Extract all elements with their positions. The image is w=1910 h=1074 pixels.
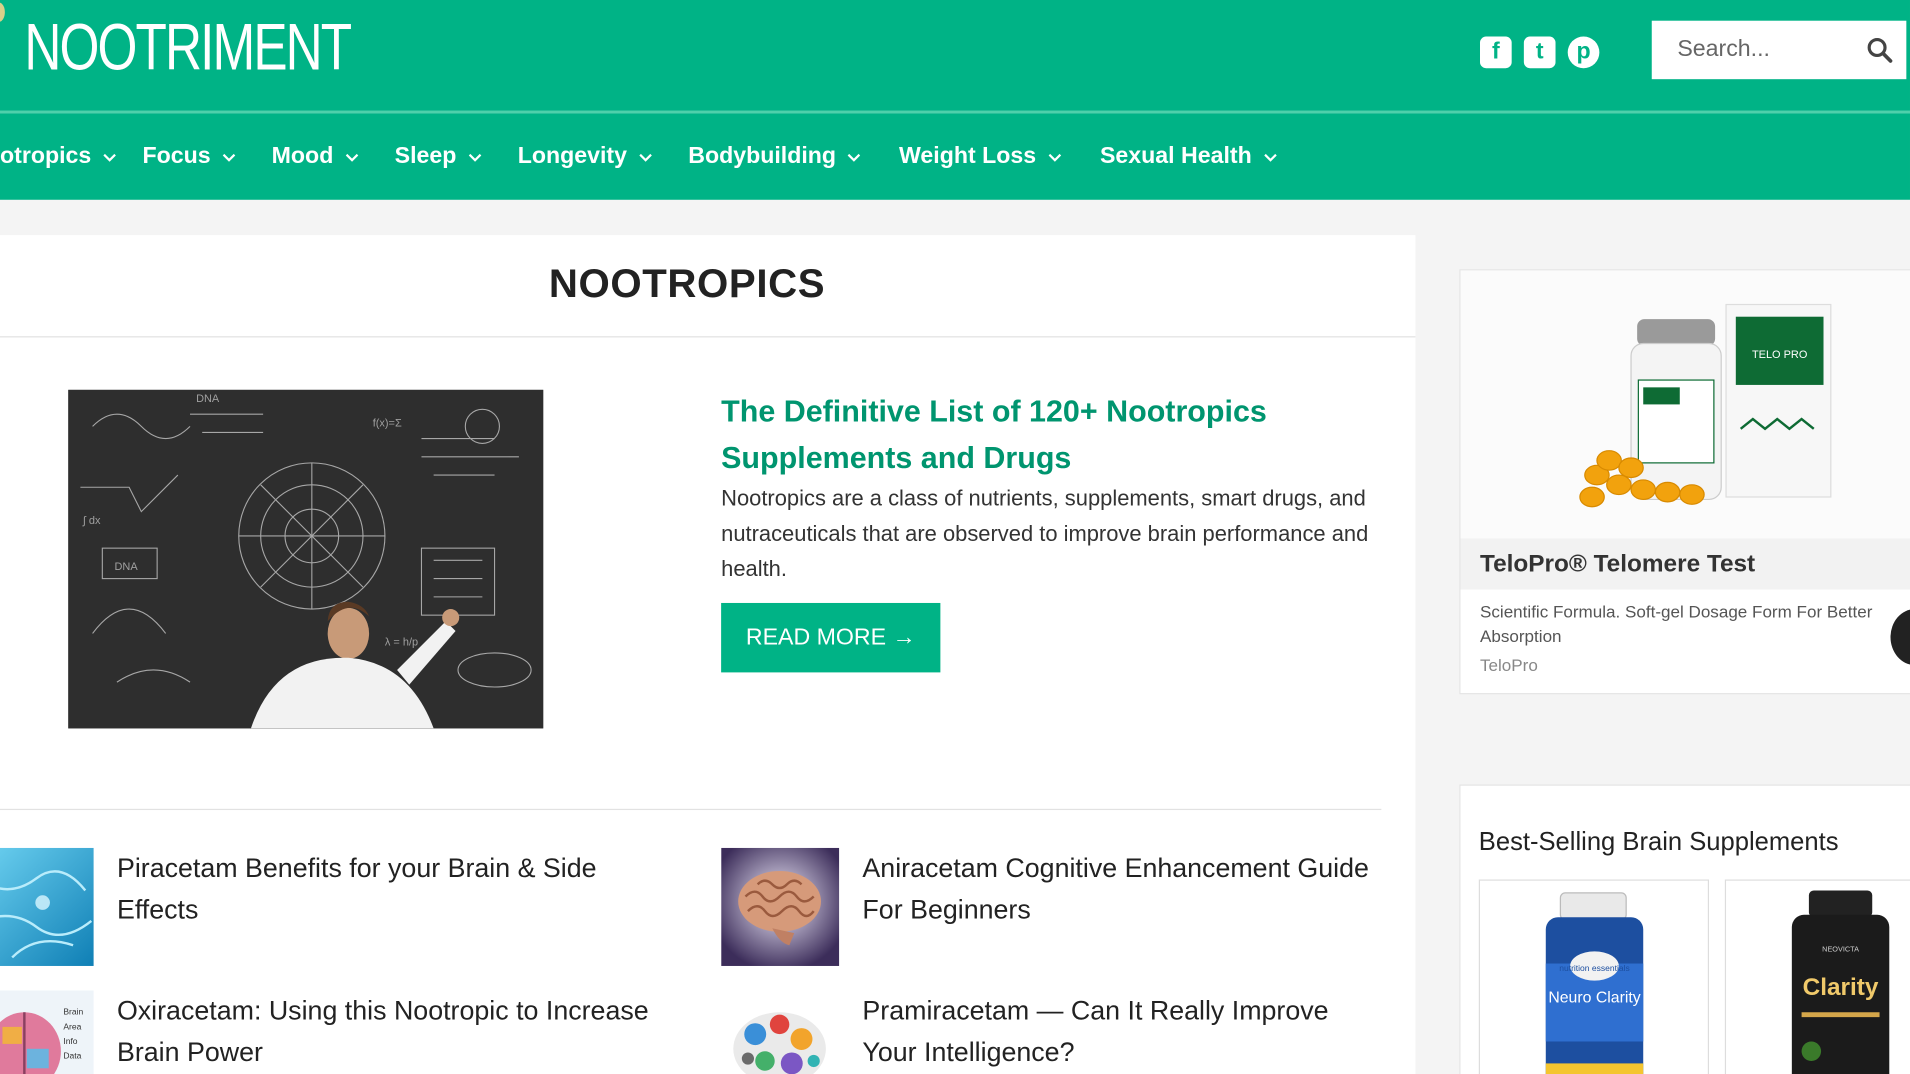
title-divider [0,336,1416,338]
svg-text:Area: Area [63,1021,81,1031]
svg-text:f(x)=Σ: f(x)=Σ [373,417,402,429]
chevron-down-icon [639,153,652,162]
logo-mark-icon [0,2,5,22]
nav-item-weight-loss[interactable]: Weight Loss [899,113,1062,199]
featured-post-excerpt: Nootropics are a class of nutrients, sup… [721,486,1369,582]
chevron-down-icon [468,153,481,162]
widget-title: Best-Selling Brain Supplements [1478,828,1839,857]
product-card[interactable]: NEOVICTA Clarity [1724,879,1910,1074]
read-more-button[interactable]: READ MORE → [721,602,941,673]
svg-text:Data: Data [63,1051,81,1061]
product-name: Clarity [1803,974,1879,1001]
ad-brand: TeloPro [1480,655,1538,675]
post-thumbnail[interactable] [0,847,94,966]
svg-text:∫ dx: ∫ dx [82,515,101,527]
pinterest-icon[interactable]: p [1567,36,1600,69]
nav-item-label: Longevity [517,143,628,169]
featured-post-title[interactable]: The Definitive List of 120+ Nootropics S… [721,389,1379,482]
nav-item-sleep[interactable]: Sleep [395,113,482,199]
post-thumbnail[interactable]: Brain Area Info Data [0,990,94,1074]
chevron-down-icon [1263,153,1277,162]
svg-text:Brain: Brain [63,1007,83,1017]
site-logo[interactable]: NOOTRIMENT [24,12,352,83]
featured-image[interactable]: DNA DNA f(x)=Σ ∫ dx λ = h/p [68,389,544,729]
svg-text:Info: Info [63,1036,77,1046]
main-nav: otropics Focus Mood Sleep Longevity Body… [0,113,1910,200]
product-brand: nutrition essentials [1559,963,1630,973]
post-thumbnail[interactable] [721,847,840,966]
chevron-down-icon [103,153,116,162]
post-thumbnail[interactable] [721,990,840,1074]
search-input[interactable] [1651,20,1873,80]
chevron-down-icon [1048,153,1061,162]
ad-description: Scientific Formula. Soft-gel Dosage Form… [1480,601,1873,646]
nav-item-focus[interactable]: Focus [143,113,237,199]
nav-item-label: Sleep [394,143,457,169]
nav-item-longevity[interactable]: Longevity [518,113,653,199]
chevron-down-icon [345,153,358,162]
post-title[interactable]: Pramiracetam — Can It Really Improve You… [862,990,1386,1073]
svg-text:DNA: DNA [196,393,220,405]
chevron-down-icon [222,153,236,162]
featured-divider [0,808,1382,811]
facebook-icon[interactable]: f [1480,36,1512,69]
product-card[interactable]: nutrition essentials Neuro Clarity [1478,879,1710,1074]
product-brand: NEOVICTA [1822,944,1859,953]
post-title[interactable]: Aniracetam Cognitive Enhancement Guide F… [862,848,1398,931]
sidebar-ad[interactable]: TELO PRO TeloPro® Telomere Test Scientif… [1459,269,1910,695]
search-box [1651,20,1907,80]
post-title[interactable]: Piracetam Benefits for your Brain & Side… [117,848,677,931]
nav-item-mood[interactable]: Mood [272,113,359,199]
ad-title[interactable]: TeloPro® Telomere Test [1480,551,1755,579]
twitter-icon[interactable]: t [1523,36,1556,69]
post-title[interactable]: Oxiracetam: Using this Nootropic to Incr… [117,990,677,1073]
nav-item-label: Weight Loss [898,143,1037,169]
nav-item-label: otropics [0,143,92,169]
nav-item-bodybuilding[interactable]: Bodybuilding [688,113,861,199]
svg-text:DNA: DNA [115,561,139,573]
site-header: NOOTRIMENT f t p [0,0,1910,111]
nav-item-label: Sexual Health [1099,143,1252,169]
nav-item-label: Bodybuilding [688,143,837,169]
nav-item-label: Mood [271,143,334,169]
nav-item-label: Focus [142,143,211,169]
page-title: NOOTROPICS [548,260,826,306]
product-name: Neuro Clarity [1548,990,1640,1007]
svg-text:λ = h/p: λ = h/p [385,637,418,649]
nav-item-sexual-health[interactable]: Sexual Health [1100,113,1277,199]
box-label: TELO PRO [1752,349,1807,361]
nav-item-nootropics[interactable]: otropics [0,113,117,199]
chevron-down-icon [848,153,861,162]
search-icon[interactable] [1865,35,1894,64]
ad-image: TELO PRO [1460,270,1910,539]
